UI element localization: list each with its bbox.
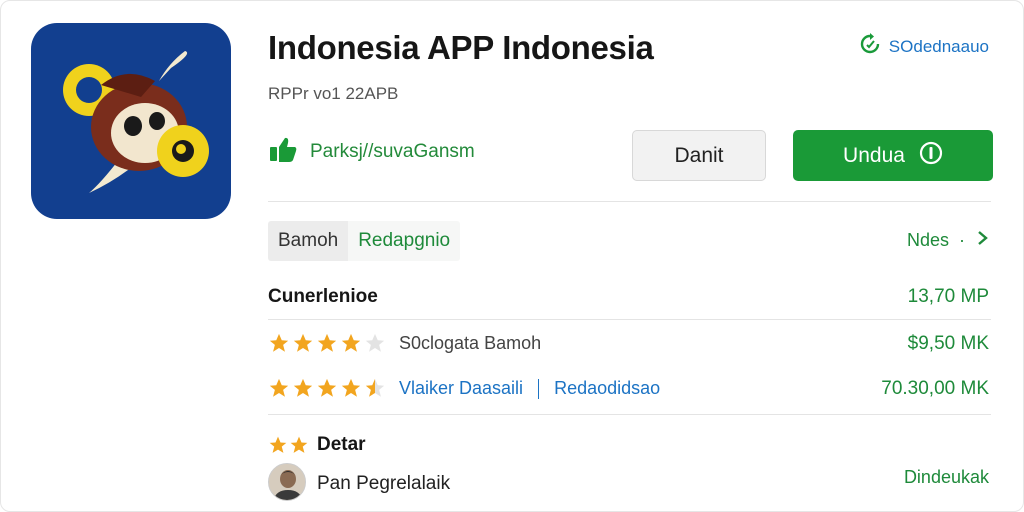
more-label: Ndes: [906, 230, 949, 250]
share-label: SOdednaauo: [888, 36, 989, 56]
star-icon: [341, 378, 361, 397]
secondary-button[interactable]: Danit: [632, 130, 766, 181]
tab-bar: Bamoh Redapgnio: [268, 221, 461, 261]
app-title: Indonesia APP Indonesia: [268, 29, 654, 66]
user-link[interactable]: Dindeukak: [904, 467, 989, 488]
tab-redapgnio[interactable]: Redapgnio: [348, 221, 461, 261]
star-icon: [341, 333, 361, 352]
rating-row-value: $9,50 MK: [907, 333, 989, 354]
divider: [268, 414, 991, 415]
section-heading: Cunerlenioe: [268, 286, 378, 307]
refresh-share-icon: [859, 33, 881, 60]
install-button-label: Undua: [843, 143, 905, 167]
rating-row-author[interactable]: Vlaiker Daasaili: [399, 378, 523, 398]
separator: [538, 379, 540, 400]
star-icon: [293, 333, 313, 352]
monkey-cymbal-icon: [63, 51, 209, 193]
more-link[interactable]: Ndes ·: [907, 230, 989, 251]
user-avatar-icon: [269, 464, 305, 500]
detail-heading: Detar: [268, 434, 366, 456]
more-dot: ·: [959, 230, 965, 250]
tab-bamoh[interactable]: Bamoh: [268, 221, 349, 261]
info-circle-icon: [919, 141, 943, 171]
rating-stars: [268, 332, 386, 354]
detail-heading-label: Detar: [317, 434, 366, 455]
detail-stars: [268, 435, 309, 455]
install-button[interactable]: Undua: [793, 130, 993, 181]
user-name: Pan Pegrelalaik: [317, 473, 451, 494]
permissions-link[interactable]: Parksj//suvaGansm: [268, 135, 475, 169]
star-icon: [269, 436, 287, 453]
star-icon: [290, 436, 308, 453]
avatar[interactable]: [268, 463, 306, 501]
rating-row-label: S0clogata: [399, 333, 480, 353]
star-icon: [317, 378, 337, 397]
share-link[interactable]: SOdednaauo: [859, 33, 989, 60]
app-listing-card: Indonesia APP Indonesia RPPr vo1 22APB S…: [0, 0, 1024, 512]
rating-row-name: Bamoh: [484, 333, 542, 353]
app-icon[interactable]: [31, 23, 231, 219]
star-icon: [365, 378, 385, 397]
heading-value: 13,70 MP: [907, 286, 989, 307]
thumbs-up-icon: [268, 135, 298, 169]
divider: [268, 319, 991, 320]
divider: [268, 201, 991, 202]
rating-row-link[interactable]: Redaodidsao: [554, 378, 660, 398]
star-empty-icon: [365, 333, 385, 352]
secondary-button-label: Danit: [674, 143, 724, 167]
chevron-right-icon: [975, 230, 989, 251]
rating-stars: [268, 377, 386, 399]
app-subtitle: RPPr vo1 22APB: [268, 84, 399, 103]
rating-row-text: S0clogata Bamoh: [399, 333, 541, 354]
star-icon: [317, 333, 337, 352]
permissions-label: Parksj//suvaGansm: [310, 141, 475, 162]
star-icon: [293, 378, 313, 397]
star-icon: [269, 378, 289, 397]
rating-row-text: Vlaiker Daasaili Redaodidsao: [399, 378, 660, 400]
rating-row-value: 70.30,00 MK: [881, 378, 989, 399]
star-icon: [269, 333, 289, 352]
